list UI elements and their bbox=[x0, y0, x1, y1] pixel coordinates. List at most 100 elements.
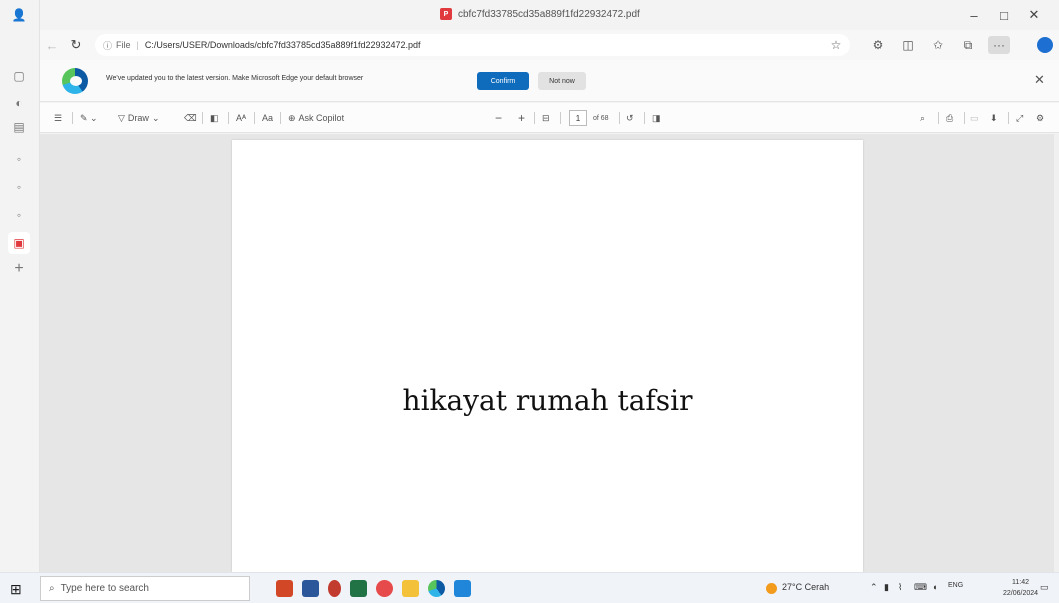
window-title: P cbfc7fd33785cd35a889f1fd22932472.pdf bbox=[440, 8, 640, 20]
windows-start-icon[interactable]: ⊞ bbox=[10, 581, 22, 598]
address-separator: | bbox=[136, 40, 139, 50]
taskbar-search[interactable]: ⌕ Type here to search bbox=[40, 576, 250, 601]
edge-tab-icon[interactable]: ◐ bbox=[8, 92, 30, 114]
search-icon: ⌕ bbox=[49, 583, 55, 594]
new-tab-icon[interactable]: + bbox=[8, 258, 30, 280]
eraser-icon[interactable]: ⌫ bbox=[184, 110, 197, 126]
default-browser-infobar: We've updated you to the latest version.… bbox=[40, 60, 1059, 102]
settings-icon[interactable]: ⚙ bbox=[1036, 110, 1044, 126]
rotate-icon[interactable]: ↺ bbox=[626, 110, 634, 126]
clock-date: 22/06/2024 bbox=[1003, 590, 1039, 597]
pdf-tab-icon[interactable]: ▣ bbox=[8, 232, 30, 254]
chevron-down-icon: ⌄ bbox=[151, 112, 160, 123]
pdf-page: hikayat rumah tafsir bbox=[232, 140, 863, 572]
network-icon[interactable]: ⌇ bbox=[898, 582, 902, 593]
copilot-small-icon: ⊕ bbox=[288, 112, 296, 123]
edge-taskbar-icon[interactable] bbox=[428, 580, 445, 597]
favorite-star-icon[interactable]: ☆ bbox=[826, 36, 846, 54]
toolbar-divider bbox=[534, 112, 535, 124]
ask-copilot-button[interactable]: ⊕ Ask Copilot bbox=[288, 110, 344, 126]
close-icon[interactable]: ✕ bbox=[1034, 72, 1045, 88]
excel-icon[interactable] bbox=[350, 580, 367, 597]
edge-logo-icon bbox=[62, 68, 88, 94]
toolbar-divider bbox=[619, 112, 620, 124]
page-view-icon[interactable]: ◨ bbox=[652, 110, 661, 126]
confirm-button[interactable]: Confirm bbox=[477, 72, 529, 90]
toolbar-divider bbox=[280, 112, 281, 124]
zoom-in-icon[interactable]: + bbox=[518, 110, 525, 126]
tab-icon[interactable]: ▤ bbox=[8, 116, 30, 138]
window-title-text: cbfc7fd33785cd35a889f1fd22932472.pdf bbox=[458, 8, 640, 20]
clock-time: 11:42 bbox=[1012, 579, 1030, 586]
tab-actions-icon[interactable]: ▢ bbox=[8, 65, 30, 87]
fit-page-icon[interactable]: ⊟ bbox=[542, 110, 550, 126]
page-number-input[interactable]: 1 bbox=[569, 110, 587, 126]
tab-icon[interactable]: ◦ bbox=[8, 204, 30, 226]
split-screen-icon[interactable]: ◫ bbox=[898, 36, 918, 54]
contents-icon[interactable]: ☰ bbox=[54, 110, 62, 126]
copilot-icon[interactable] bbox=[1037, 37, 1053, 53]
back-icon[interactable]: ← bbox=[42, 36, 62, 54]
app-icon[interactable] bbox=[376, 580, 393, 597]
highlight-icon[interactable]: ✎ ⌄ bbox=[80, 110, 98, 126]
save-as-icon[interactable]: ⬇ bbox=[990, 110, 998, 126]
scheme-label: File bbox=[116, 40, 131, 50]
clock[interactable]: 11:42 22/06/2024 bbox=[1003, 577, 1038, 599]
volume-icon[interactable]: ◖ bbox=[932, 582, 937, 592]
file-explorer-icon[interactable] bbox=[402, 580, 419, 597]
minimize-button[interactable]: – bbox=[960, 4, 988, 26]
more-menu-button[interactable]: ··· bbox=[988, 36, 1010, 54]
url-text: C:/Users/USER/Downloads/cbfc7fd33785cd35… bbox=[144, 40, 421, 50]
app-icon[interactable] bbox=[328, 580, 341, 597]
battery-icon[interactable]: ▮ bbox=[884, 582, 889, 593]
language-indicator[interactable]: ENG bbox=[948, 582, 963, 589]
toolbar-divider bbox=[644, 112, 645, 124]
search-placeholder: Type here to search bbox=[60, 583, 149, 594]
powerpoint-icon[interactable] bbox=[276, 580, 293, 597]
toolbar-divider bbox=[72, 112, 73, 124]
chevron-up-icon[interactable]: ⌃ bbox=[870, 582, 878, 593]
weather-text[interactable]: 27°C Cerah bbox=[782, 582, 829, 592]
save-icon[interactable]: ▭ bbox=[970, 110, 979, 126]
address-row: ← ↻ ⓘ File | C:/Users/USER/Downloads/cbf… bbox=[40, 30, 1059, 60]
collections-icon[interactable]: ⧉ bbox=[958, 36, 978, 54]
notification-icon[interactable]: ▭ bbox=[1040, 582, 1049, 593]
pdf-viewport[interactable]: hikayat rumah tafsir bbox=[40, 134, 1054, 572]
fullscreen-icon[interactable]: ⤢ bbox=[1016, 110, 1023, 126]
maximize-button[interactable]: □ bbox=[990, 4, 1018, 26]
title-bar: P cbfc7fd33785cd35a889f1fd22932472.pdf –… bbox=[40, 0, 1059, 30]
draw-button[interactable]: ▽ Draw ⌄ bbox=[118, 110, 159, 126]
edge-window: 👤 ▢ ◐ ▤ ◦ ◦ ◦ ▣ + P cbfc7fd33785cd35a889… bbox=[0, 0, 1059, 603]
app-icon[interactable] bbox=[454, 580, 471, 597]
vertical-tab-strip: 👤 ▢ ◐ ▤ ◦ ◦ ◦ ▣ + bbox=[0, 0, 40, 572]
profile-icon[interactable]: 👤 bbox=[8, 4, 30, 26]
taskbar: ⊞ ⌕ Type here to search 27°C Cerah ⌃ ▮ ⌇… bbox=[0, 572, 1059, 603]
page-heading: hikayat rumah tafsir bbox=[402, 384, 693, 417]
translate-icon[interactable]: Aa bbox=[262, 110, 273, 126]
toolbar-divider bbox=[202, 112, 203, 124]
text-size-icon[interactable]: Aᴬ bbox=[236, 110, 246, 126]
close-window-button[interactable]: ✕ bbox=[1020, 4, 1048, 26]
toolbar-divider bbox=[938, 112, 939, 124]
toolbar-divider bbox=[254, 112, 255, 124]
outlook-icon[interactable] bbox=[302, 580, 319, 597]
favorites-icon[interactable]: ✩ bbox=[928, 36, 948, 54]
keyboard-icon[interactable]: ⌨ bbox=[914, 582, 927, 593]
read-aloud-icon[interactable]: ◧ bbox=[210, 110, 219, 126]
page-total: of 68 bbox=[593, 114, 609, 122]
refresh-icon[interactable]: ↻ bbox=[66, 36, 86, 54]
zoom-out-icon[interactable]: − bbox=[495, 110, 502, 126]
tab-icon[interactable]: ◦ bbox=[8, 176, 30, 198]
tab-icon[interactable]: ◦ bbox=[8, 148, 30, 170]
toolbar-divider bbox=[228, 112, 229, 124]
pdf-icon: P bbox=[440, 8, 452, 20]
toolbar-divider bbox=[964, 112, 965, 124]
extensions-icon[interactable]: ⚙ bbox=[868, 36, 888, 54]
vertical-scrollbar[interactable] bbox=[1054, 134, 1059, 572]
not-now-button[interactable]: Not now bbox=[538, 72, 586, 90]
print-icon[interactable]: ⎙ bbox=[946, 110, 953, 126]
address-bar[interactable]: ⓘ File | C:/Users/USER/Downloads/cbfc7fd… bbox=[95, 34, 850, 56]
weather-icon bbox=[766, 583, 777, 594]
draw-label: Draw bbox=[127, 113, 149, 123]
search-icon[interactable]: ⌕ bbox=[920, 110, 925, 126]
